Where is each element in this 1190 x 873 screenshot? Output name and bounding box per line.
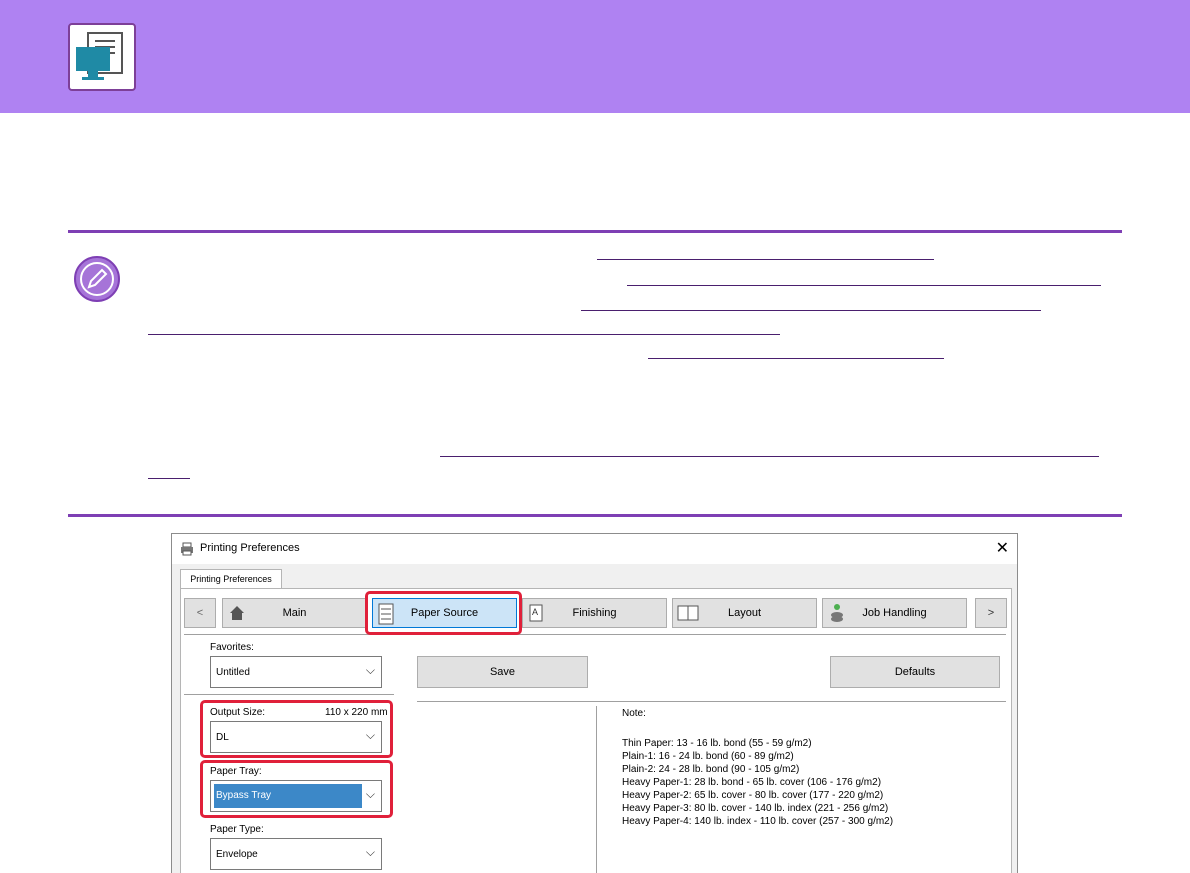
title-bar: Printing Preferences ✕ — [172, 534, 1017, 564]
note-line: Heavy Paper-4: 140 lb. index - 110 lb. c… — [622, 816, 894, 827]
main-button[interactable]: Main — [222, 598, 367, 628]
header-banner — [0, 0, 1190, 113]
chevron-down-icon: ⌵ — [365, 663, 375, 677]
printer-icon — [180, 542, 194, 556]
job-handling-button[interactable]: Job Handling — [822, 598, 967, 628]
nav-prev-button[interactable]: < — [184, 598, 216, 628]
paper-type-label: Paper Type: — [210, 824, 264, 835]
note-line: Heavy Paper-1: 28 lb. bond - 65 lb. cove… — [622, 777, 882, 788]
note-line: Thin Paper: 13 - 16 lb. bond (55 - 59 g/… — [622, 738, 812, 749]
tab-printing-preferences[interactable]: Printing Preferences — [180, 569, 282, 590]
save-button[interactable]: Save — [417, 656, 588, 688]
computer-document-icon — [68, 23, 136, 91]
highlight-paper-source — [365, 591, 522, 635]
divider — [417, 701, 1006, 702]
link-underline[interactable] — [148, 478, 190, 479]
link-underline[interactable] — [148, 334, 780, 335]
defaults-button[interactable]: Defaults — [830, 656, 1000, 688]
top-rule — [68, 230, 1122, 233]
divider — [184, 634, 1006, 635]
link-underline[interactable] — [597, 259, 934, 260]
close-button[interactable]: ✕ — [996, 538, 1009, 558]
finishing-button[interactable]: A Finishing — [522, 598, 667, 628]
note-title: Note: — [622, 708, 646, 719]
paper-type-select[interactable]: Envelope ⌵ — [210, 838, 382, 870]
link-underline[interactable] — [440, 456, 1099, 457]
favorites-label: Favorites: — [210, 642, 254, 653]
note-line: Plain-1: 16 - 24 lb. bond (60 - 89 g/m2) — [622, 751, 794, 762]
note-line: Heavy Paper-2: 65 lb. cover - 80 lb. cov… — [622, 790, 884, 801]
chevron-down-icon: ⌵ — [365, 845, 375, 859]
nav-next-button[interactable]: > — [975, 598, 1007, 628]
highlight-paper-tray — [200, 760, 393, 818]
window-title: Printing Preferences — [200, 542, 300, 554]
link-underline[interactable] — [648, 358, 944, 359]
divider — [184, 694, 394, 695]
layout-button[interactable]: Layout — [672, 598, 817, 628]
pencil-icon — [73, 255, 121, 303]
note-line: Plain-2: 24 - 28 lb. bond (90 - 105 g/m2… — [622, 764, 800, 775]
bottom-rule — [68, 514, 1122, 517]
divider — [596, 706, 597, 873]
highlight-output-size — [200, 700, 393, 758]
note-line: Heavy Paper-3: 80 lb. cover - 140 lb. in… — [622, 803, 889, 814]
link-underline[interactable] — [581, 310, 1041, 311]
favorites-select[interactable]: Untitled ⌵ — [210, 656, 382, 688]
link-underline[interactable] — [627, 285, 1101, 286]
